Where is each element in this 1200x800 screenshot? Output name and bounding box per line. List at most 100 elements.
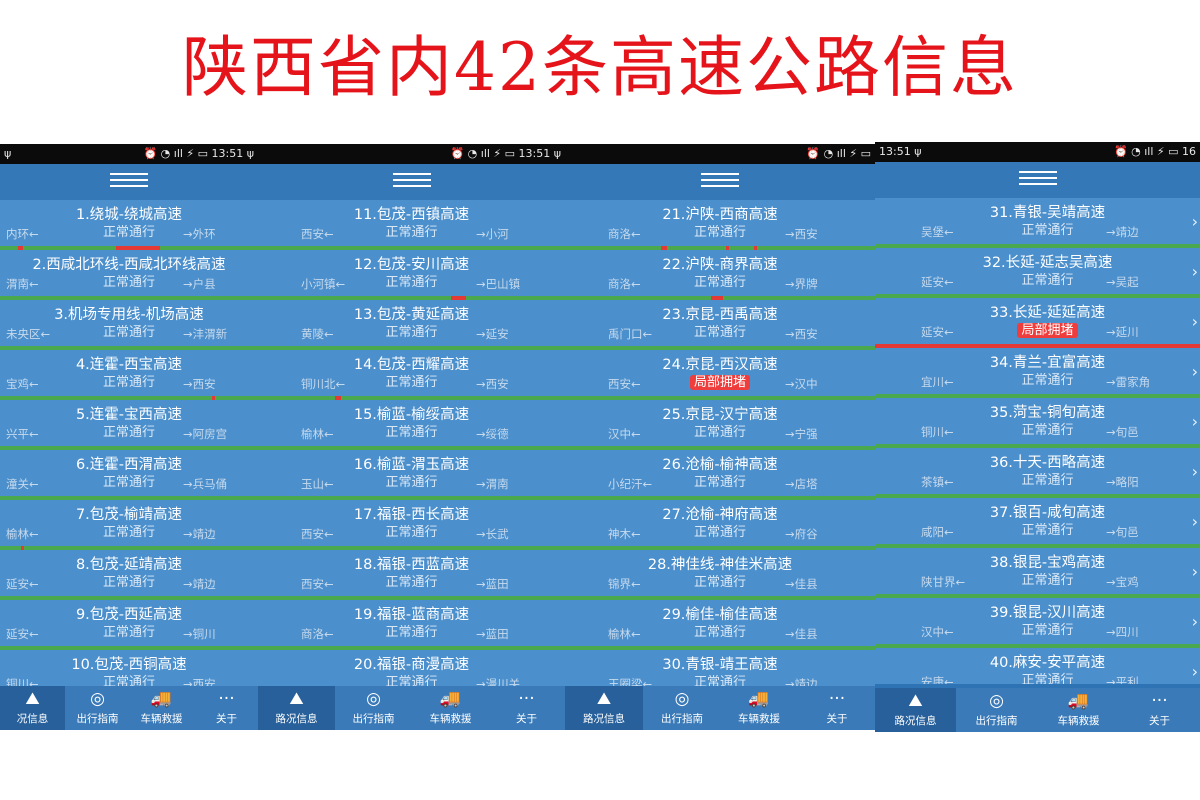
route-origin: 西安←: [608, 377, 641, 391]
route-row[interactable]: 15.榆蓝-榆绥高速 正常通行 榆林← →绥德: [258, 400, 565, 450]
tab-tow-truck[interactable]: 🚚 车辆救援: [412, 686, 489, 730]
tab-more[interactable]: ··· 关于: [798, 686, 875, 730]
route-row[interactable]: 19.福银-蓝商高速 正常通行 商洛← →蓝田: [258, 600, 565, 650]
route-origin: 商洛←: [608, 227, 641, 241]
route-row[interactable]: 13.包茂-黄延高速 正常通行 黄陵← →延安: [258, 300, 565, 350]
route-row[interactable]: 36.十天-西略高速 正常通行 茶镇← →略阳 ›: [875, 448, 1200, 498]
route-origin: 神木←: [608, 527, 641, 541]
status-text: 正常通行: [102, 325, 155, 340]
route-row[interactable]: 14.包茂-西耀高速 正常通行 铜川北← →西安: [258, 350, 565, 400]
chevron-right-icon[interactable]: ›: [1192, 612, 1198, 631]
route-row[interactable]: 21.沪陕-西商高速 正常通行 商洛← →西安: [565, 200, 875, 250]
route-list[interactable]: 1.绕城-绕城高速 正常通行 内环← →外环 2.西咸北环线-西咸北环线高速 正常通行 渭南…: [0, 200, 258, 686]
chevron-right-icon[interactable]: ›: [1192, 262, 1198, 281]
route-row[interactable]: 34.青兰-宜富高速 正常通行 宜川← →雷家角 ›: [875, 348, 1200, 398]
route-row[interactable]: 5.连霍-宝西高速 正常通行 兴平← →阿房宫: [0, 400, 258, 450]
route-row[interactable]: 10.包茂-西铜高速 正常通行 铜川← →西安: [0, 650, 258, 686]
chevron-right-icon[interactable]: ›: [1192, 212, 1198, 231]
route-row[interactable]: 24.京昆-西汉高速 局部拥堵 西安← →汉中: [565, 350, 875, 400]
route-row[interactable]: 28.神佳线-神佳米高速 正常通行 锦界← →佳县: [565, 550, 875, 600]
tab-more[interactable]: ··· 关于: [194, 686, 258, 730]
tab-label: 关于: [216, 713, 237, 725]
route-row[interactable]: 6.连霍-西渭高速 正常通行 潼关← →兵马俑: [0, 450, 258, 500]
phone-screen-2: ⏰ ◔ ıll ⚡ ▭ 13:51 ψ 11.包茂-西镇高速 正常通行 西安← →小河 1…: [258, 144, 565, 730]
route-row[interactable]: 31.青银-吴靖高速 正常通行 吴堡← →靖边 ›: [875, 198, 1200, 248]
tab-more[interactable]: ··· 关于: [1119, 688, 1200, 732]
tow-truck-icon: 🚚: [748, 689, 770, 709]
chevron-right-icon[interactable]: ›: [1192, 662, 1198, 681]
route-row[interactable]: 16.榆蓝-渭玉高速 正常通行 玉山← →渭南: [258, 450, 565, 500]
status-time: 13:51 ψ: [879, 145, 922, 158]
tab-map[interactable]: ⛰ 路况信息: [565, 686, 643, 730]
compass-icon: ◎: [366, 689, 381, 709]
route-row[interactable]: 20.福银-商漫高速 正常通行 →漫川关: [258, 650, 565, 686]
route-origin: 延安←: [921, 325, 954, 339]
chevron-right-icon[interactable]: ›: [1192, 412, 1198, 431]
route-row[interactable]: 23.京昆-西禹高速 正常通行 禹门口← →西安: [565, 300, 875, 350]
tow-truck-icon: 🚚: [439, 689, 462, 709]
route-row[interactable]: 26.沧榆-榆神高速 正常通行 小纪汗← →店塔: [565, 450, 875, 500]
congestion-badge: 局部拥堵: [1017, 323, 1078, 338]
route-row[interactable]: 25.京昆-汉宁高速 正常通行 汉中← →宁强: [565, 400, 875, 450]
tab-compass[interactable]: ◎ 出行指南: [65, 686, 130, 730]
menu-icon[interactable]: [1018, 171, 1057, 189]
route-row[interactable]: 30.青银-靖王高速 正常通行 王圈梁← →靖边: [565, 650, 875, 686]
route-row[interactable]: 18.福银-西蓝高速 正常通行 西安← →蓝田: [258, 550, 565, 600]
tab-map[interactable]: ⛰ 路况信息: [258, 686, 335, 730]
tab-label: 况信息: [16, 713, 49, 725]
route-row[interactable]: 8.包茂-延靖高速 正常通行 延安← →靖边: [0, 550, 258, 600]
chevron-right-icon[interactable]: ›: [1192, 362, 1198, 381]
route-list[interactable]: 21.沪陕-西商高速 正常通行 商洛← →西安 22.沪陕-商界高速 正常通行 商洛← →界牌…: [565, 200, 875, 686]
route-row[interactable]: 39.银昆-汉川高速 正常通行 汉中← →四川 ›: [875, 598, 1200, 648]
menu-icon[interactable]: [701, 173, 739, 191]
route-row[interactable]: 17.福银-西长高速 正常通行 西安← →长武: [258, 500, 565, 550]
route-row[interactable]: 37.银百-咸旬高速 正常通行 咸阳← →旬邑 ›: [875, 498, 1200, 548]
route-row[interactable]: 12.包茂-安川高速 正常通行 小河镇← →巴山镇: [258, 250, 565, 300]
route-origin: 王圈梁←: [608, 677, 653, 686]
route-row[interactable]: 1.绕城-绕城高速 正常通行 内环← →外环: [0, 200, 258, 250]
status-text: 正常通行: [102, 675, 155, 686]
chevron-right-icon[interactable]: ›: [1192, 562, 1198, 581]
tab-label: 路况信息: [275, 713, 318, 725]
status-text: 正常通行: [385, 425, 438, 440]
route-destination: →西安: [183, 377, 216, 391]
route-origin: 兴平←: [6, 427, 39, 441]
route-row[interactable]: 9.包茂-西延高速 正常通行 延安← →铜川: [0, 600, 258, 650]
route-destination: →界牌: [785, 277, 818, 291]
route-row[interactable]: 22.沪陕-商界高速 正常通行 商洛← →界牌: [565, 250, 875, 300]
route-row[interactable]: 3.机场专用线-机场高速 正常通行 未央区← →沣渭新: [0, 300, 258, 350]
tab-compass[interactable]: ◎ 出行指南: [956, 688, 1037, 732]
route-row[interactable]: 2.西咸北环线-西咸北环线高速 正常通行 渭南← →户县: [0, 250, 258, 300]
menu-icon[interactable]: [392, 173, 431, 191]
chevron-right-icon[interactable]: ›: [1192, 462, 1198, 481]
tab-compass[interactable]: ◎ 出行指南: [643, 686, 721, 730]
route-row[interactable]: 32.长延-延志吴高速 正常通行 延安← →吴起 ›: [875, 248, 1200, 298]
route-row[interactable]: 7.包茂-榆靖高速 正常通行 榆林← →靖边: [0, 500, 258, 550]
tab-tow-truck[interactable]: 🚚 车辆救援: [720, 686, 798, 730]
tab-more[interactable]: ··· 关于: [488, 686, 565, 730]
tab-map[interactable]: ⛰ 路况信息: [875, 688, 956, 732]
route-row[interactable]: 27.沧榆-神府高速 正常通行 神木← →府谷: [565, 500, 875, 550]
route-row[interactable]: 11.包茂-西镇高速 正常通行 西安← →小河: [258, 200, 565, 250]
route-list[interactable]: 31.青银-吴靖高速 正常通行 吴堡← →靖边 › 32.长延-延志吴高速 正常通行 延安← →…: [875, 198, 1200, 684]
route-destination: →蓝田: [476, 577, 509, 591]
tab-compass[interactable]: ◎ 出行指南: [335, 686, 412, 730]
tab-tow-truck[interactable]: 🚚 车辆救援: [129, 686, 194, 730]
menu-icon[interactable]: [110, 173, 148, 191]
route-row[interactable]: 38.银昆-宝鸡高速 正常通行 陕甘界← →宝鸡 ›: [875, 548, 1200, 598]
route-row[interactable]: 35.菏宝-铜旬高速 正常通行 铜川← →旬邑 ›: [875, 398, 1200, 448]
route-list[interactable]: 11.包茂-西镇高速 正常通行 西安← →小河 12.包茂-安川高速 正常通行 小河镇← →巴…: [258, 200, 565, 686]
tab-label: 出行指南: [352, 713, 395, 725]
route-row[interactable]: 4.连霍-西宝高速 正常通行 宝鸡← →西安: [0, 350, 258, 400]
compass-icon: ◎: [989, 691, 1004, 711]
tab-map[interactable]: ⛰ 况信息: [0, 686, 65, 730]
chevron-right-icon[interactable]: ›: [1192, 312, 1198, 331]
route-row[interactable]: 33.长延-延延高速 局部拥堵 延安← →延川 ›: [875, 298, 1200, 348]
chevron-right-icon[interactable]: ›: [1192, 512, 1198, 531]
tab-tow-truck[interactable]: 🚚 车辆救援: [1038, 688, 1119, 732]
route-row[interactable]: 40.麻安-安平高速 正常通行 安康← →平利 ›: [875, 648, 1200, 684]
route-row[interactable]: 29.榆佳-榆佳高速 正常通行 榆林← →佳县: [565, 600, 875, 650]
route-origin: 榆林←: [608, 627, 641, 641]
more-icon: ···: [1151, 691, 1168, 711]
route-origin: 吴堡←: [921, 225, 954, 239]
